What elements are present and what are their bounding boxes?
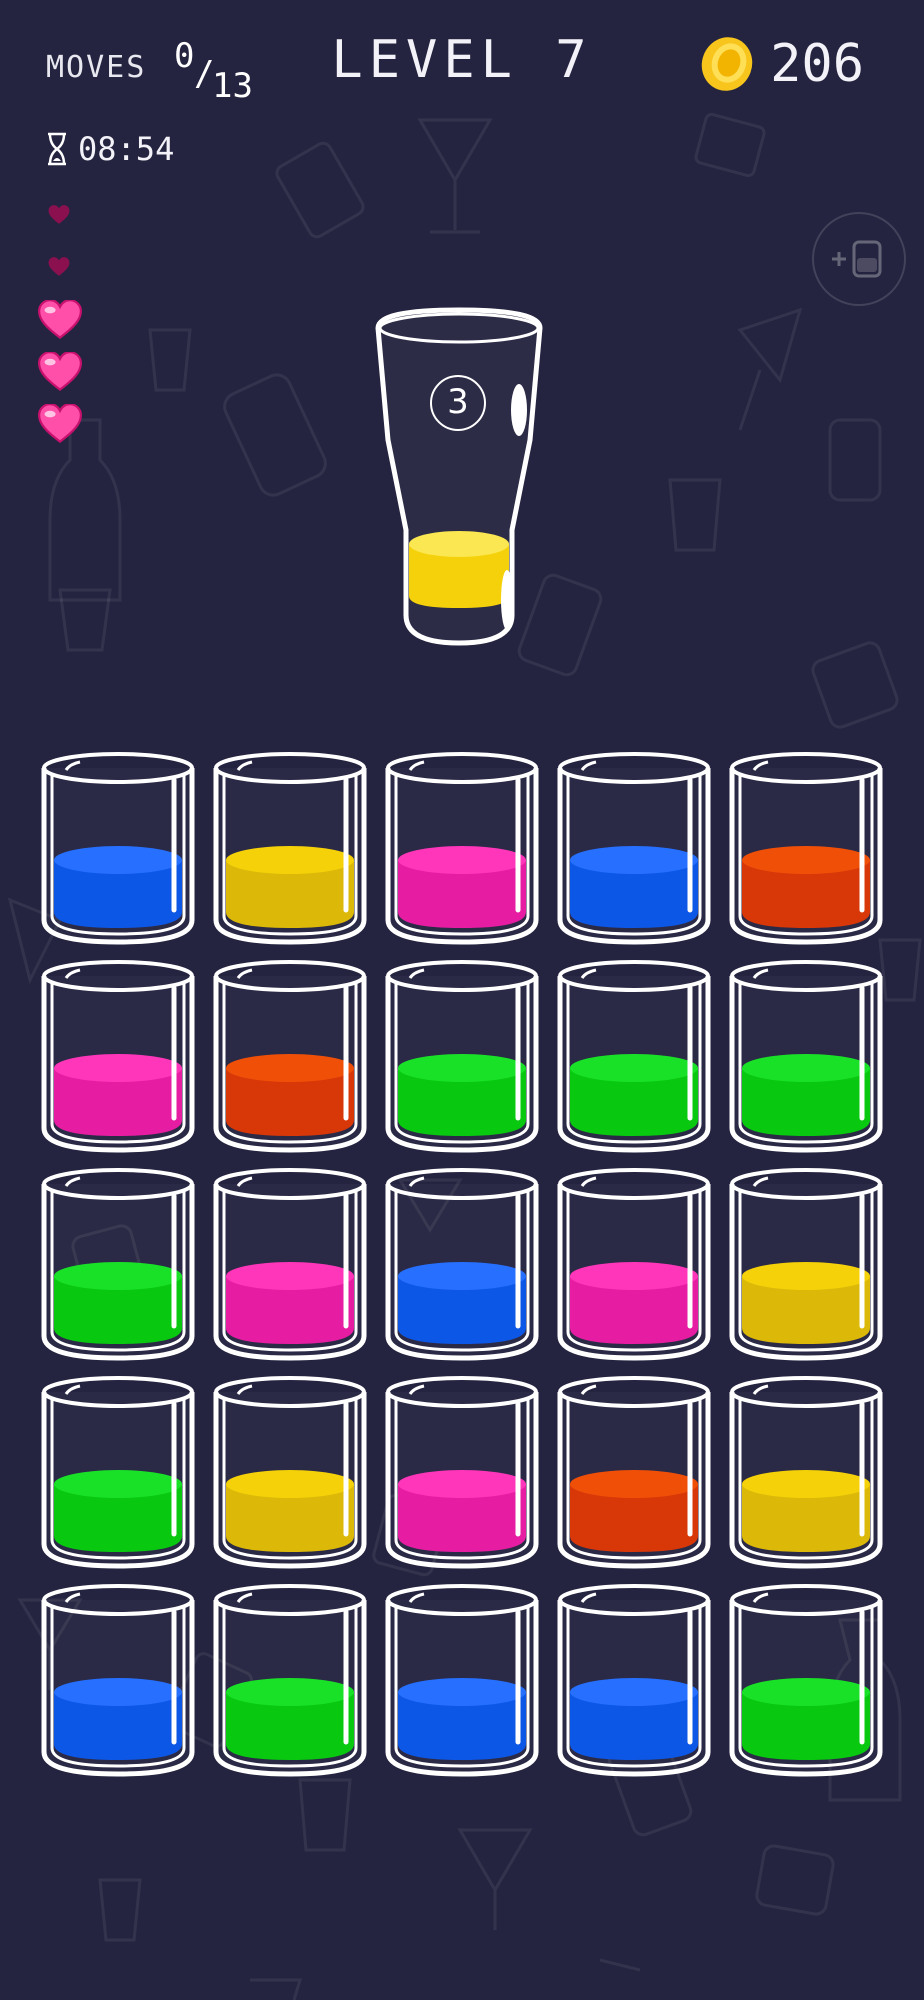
cup-outline bbox=[729, 1184, 883, 1361]
cup-7[interactable] bbox=[212, 958, 368, 1154]
cup-18[interactable] bbox=[384, 1374, 540, 1570]
cup-9[interactable] bbox=[556, 958, 712, 1154]
timer-text: 08:54 bbox=[78, 130, 175, 168]
glass-number: 3 bbox=[430, 375, 486, 431]
heart-icon bbox=[48, 257, 70, 276]
cup-outline bbox=[213, 1392, 367, 1569]
cup-outline bbox=[41, 1392, 195, 1569]
cup-6[interactable] bbox=[40, 958, 196, 1154]
coin-icon bbox=[701, 37, 753, 91]
cup-1[interactable] bbox=[40, 750, 196, 946]
cup-outline bbox=[385, 1392, 539, 1569]
cup-12[interactable] bbox=[212, 1166, 368, 1362]
cup-outline bbox=[729, 768, 883, 945]
cup-outline bbox=[557, 1600, 711, 1777]
cup-outline bbox=[385, 976, 539, 1153]
cup-outline bbox=[385, 1184, 539, 1361]
timer: 08:54 bbox=[46, 130, 174, 168]
cup-outline bbox=[729, 976, 883, 1153]
cup-25[interactable] bbox=[728, 1582, 884, 1778]
add-tube-button[interactable] bbox=[812, 212, 906, 306]
coin-count: 206 bbox=[770, 34, 864, 94]
cup-outline bbox=[385, 768, 539, 945]
heart-icon bbox=[38, 300, 82, 339]
cup-outline bbox=[385, 1600, 539, 1777]
cup-3[interactable] bbox=[384, 750, 540, 946]
cup-outline bbox=[213, 768, 367, 945]
cup-23[interactable] bbox=[384, 1582, 540, 1778]
cup-10[interactable] bbox=[728, 958, 884, 1154]
heart-icon bbox=[38, 352, 82, 391]
cup-outline bbox=[41, 1600, 195, 1777]
cup-17[interactable] bbox=[212, 1374, 368, 1570]
cup-11[interactable] bbox=[40, 1166, 196, 1362]
featured-glass-highlight bbox=[511, 384, 527, 436]
cup-outline bbox=[213, 1600, 367, 1777]
cup-outline bbox=[729, 1600, 883, 1777]
cup-2[interactable] bbox=[212, 750, 368, 946]
cup-15[interactable] bbox=[728, 1166, 884, 1362]
heart-icon bbox=[38, 404, 82, 443]
cup-outline bbox=[729, 1392, 883, 1569]
cup-outline bbox=[557, 1392, 711, 1569]
hourglass-icon bbox=[48, 132, 66, 166]
cup-16[interactable] bbox=[40, 1374, 196, 1570]
cup-20[interactable] bbox=[728, 1374, 884, 1570]
featured-glass-highlight bbox=[501, 570, 513, 630]
cup-21[interactable] bbox=[40, 1582, 196, 1778]
cup-8[interactable] bbox=[384, 958, 540, 1154]
add-tube-icon bbox=[832, 240, 882, 278]
featured-glass[interactable]: 3 bbox=[372, 307, 546, 650]
cup-13[interactable] bbox=[384, 1166, 540, 1362]
coin-balance: 206 bbox=[698, 34, 864, 94]
cup-outline bbox=[41, 1184, 195, 1361]
cup-outline bbox=[213, 976, 367, 1153]
cup-outline bbox=[557, 768, 711, 945]
cup-outline bbox=[557, 1184, 711, 1361]
cup-5[interactable] bbox=[728, 750, 884, 946]
heart-icon bbox=[48, 205, 70, 224]
cup-outline bbox=[557, 976, 711, 1153]
cup-outline bbox=[41, 768, 195, 945]
cup-14[interactable] bbox=[556, 1166, 712, 1362]
cup-22[interactable] bbox=[212, 1582, 368, 1778]
cup-outline bbox=[213, 1184, 367, 1361]
cup-24[interactable] bbox=[556, 1582, 712, 1778]
cup-19[interactable] bbox=[556, 1374, 712, 1570]
cup-4[interactable] bbox=[556, 750, 712, 946]
featured-glass-outline bbox=[375, 307, 543, 646]
cup-outline bbox=[41, 976, 195, 1153]
